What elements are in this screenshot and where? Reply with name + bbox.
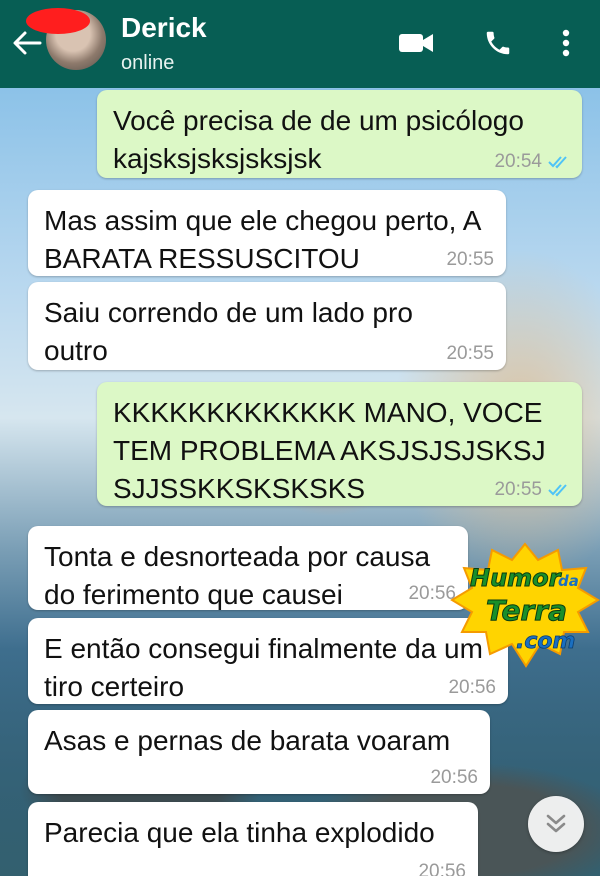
message-bubble-incoming[interactable]: Mas assim que ele chegou perto, A BARATA… <box>28 190 506 276</box>
scroll-to-bottom-button[interactable] <box>528 796 584 852</box>
logo-word-terra: Terra <box>486 594 567 627</box>
message-bubble-incoming[interactable]: Parecia que ela tinha explodido 20:56 <box>28 802 478 876</box>
message-meta: 20:55 <box>446 344 494 364</box>
message-text: Parecia que ela tinha explodido <box>44 817 435 848</box>
more-options-icon[interactable] <box>548 25 584 61</box>
message-meta: 20:56 <box>448 678 496 698</box>
message-text: Saiu correndo de um lado pro outro <box>44 297 413 366</box>
message-time: 20:56 <box>430 767 478 788</box>
message-bubble-incoming[interactable]: Tonta e desnorteada por causa do ferimen… <box>28 526 468 610</box>
message-bubble-incoming[interactable]: Asas e pernas de barata voaram 20:56 <box>28 710 490 794</box>
message-time: 20:55 <box>446 249 494 270</box>
voice-call-icon[interactable] <box>478 25 518 61</box>
message-bubble-outgoing[interactable]: Você precisa de de um psicólogo kajsksjs… <box>97 90 582 178</box>
message-bubble-incoming[interactable]: E então consegui finalmente da um tiro c… <box>28 618 508 704</box>
logo-word-da: da <box>558 572 579 590</box>
read-ticks-icon <box>548 156 567 169</box>
redaction-mark <box>26 8 90 34</box>
message-text: Asas e pernas de barata voaram <box>44 725 451 756</box>
read-ticks-icon <box>548 484 567 497</box>
message-text: E então consegui finalmente da um tiro c… <box>44 633 483 702</box>
logo-word-humor: Humor <box>470 564 563 592</box>
message-time: 20:56 <box>408 583 456 604</box>
contact-name[interactable]: Derick <box>121 12 207 44</box>
logo-word-com: .com <box>516 629 575 654</box>
message-meta: 20:55 <box>446 250 494 270</box>
message-time: 20:56 <box>448 677 496 698</box>
message-meta: 20:56 <box>430 768 478 788</box>
chat-header: Derick online <box>0 0 600 88</box>
message-text: Mas assim que ele chegou perto, A BARATA… <box>44 205 480 274</box>
chevron-double-down-icon <box>546 814 566 833</box>
message-time: 20:54 <box>494 151 542 172</box>
video-call-icon[interactable] <box>396 25 436 61</box>
message-meta: 20:55 <box>494 480 570 500</box>
message-text: Tonta e desnorteada por causa do ferimen… <box>44 541 431 610</box>
message-time: 20:55 <box>446 343 494 364</box>
message-time: 20:56 <box>418 861 466 876</box>
message-meta: 20:56 <box>408 584 456 604</box>
message-meta: 20:54 <box>494 152 570 172</box>
message-bubble-outgoing[interactable]: KKKKKKKKKKKKK MANO, VOCE TEM PROBLEMA AK… <box>97 382 582 506</box>
message-time: 20:55 <box>494 479 542 500</box>
humor-da-terra-logo: Humor da Terra .com <box>450 542 600 668</box>
message-meta: 20:56 <box>418 862 466 876</box>
contact-status: online <box>121 52 175 74</box>
message-bubble-incoming[interactable]: Saiu correndo de um lado pro outro 20:55 <box>28 282 506 370</box>
